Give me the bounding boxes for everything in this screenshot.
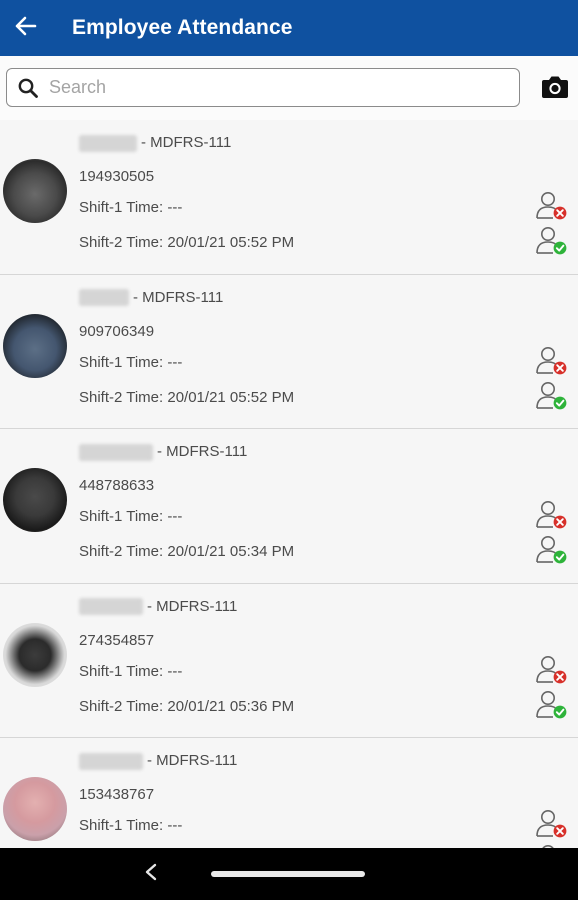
employee-row[interactable]: - MDFRS-111 194930505 Shift-1 Time: --- Shi… — [0, 120, 578, 275]
shift-2-time: Shift-2 Time: 20/01/21 05:36 PM — [79, 697, 295, 715]
nav-back-icon — [144, 863, 158, 886]
employee-unit: - MDFRS-111 — [147, 597, 238, 615]
user-absent-icon[interactable] — [535, 807, 569, 839]
back-button[interactable] — [0, 0, 54, 56]
avatar — [3, 777, 67, 841]
avatar — [3, 468, 67, 532]
nav-back-button[interactable] — [136, 860, 166, 888]
user-absent-icon[interactable] — [535, 344, 569, 376]
employee-id: 194930505 — [79, 168, 155, 185]
shift-2-time: Shift-2 Time: 20/01/21 05:52 PM — [79, 388, 295, 406]
avatar — [3, 159, 67, 223]
shift-1-time: Shift-1 Time: --- — [79, 817, 183, 834]
user-absent-icon[interactable] — [535, 653, 569, 685]
employee-row[interactable]: - MDFRS-111 909706349 Shift-1 Time: --- Shi… — [0, 274, 578, 429]
search-input[interactable] — [49, 77, 489, 98]
page-title: Employee Attendance — [72, 16, 293, 39]
user-present-icon[interactable] — [535, 688, 569, 720]
employee-row[interactable]: - MDFRS-111 448788633 Shift-1 Time: --- Shi… — [0, 429, 578, 584]
shift-1-time: Shift-1 Time: --- — [79, 199, 183, 216]
camera-button[interactable] — [538, 72, 572, 106]
employee-id: 153438767 — [79, 786, 155, 803]
camera-icon — [541, 75, 569, 104]
employee-name-line: - MDFRS-111 — [79, 134, 231, 152]
search-icon — [15, 75, 41, 101]
redacted-name — [79, 443, 153, 461]
shift-1-time: Shift-1 Time: --- — [79, 353, 183, 371]
user-absent-icon[interactable] — [535, 189, 569, 221]
employee-name-line: - MDFRS-111 — [79, 598, 237, 616]
redacted-name — [79, 752, 143, 770]
employee-name-line: - MDFRS-111 — [79, 443, 247, 461]
avatar — [3, 622, 67, 687]
shift-2-time: Shift-2 Time: 20/01/21 05:52 PM — [79, 234, 295, 251]
user-absent-icon[interactable] — [535, 498, 569, 530]
employee-unit: - MDFRS-111 — [157, 443, 248, 460]
employee-unit: - MDFRS-111 — [147, 752, 238, 769]
shift-2-time: Shift-2 Time: 20/01/21 05:34 PM — [79, 543, 295, 560]
avatar — [3, 313, 67, 378]
employee-name-line: - MDFRS-111 — [79, 752, 237, 770]
redacted-name — [79, 598, 143, 616]
redacted-name — [79, 289, 129, 307]
employee-list: - MDFRS-111 194930505 Shift-1 Time: --- Shi… — [0, 120, 578, 893]
employee-name-line: - MDFRS-111 — [79, 289, 223, 307]
redacted-name — [79, 134, 137, 152]
user-present-icon[interactable] — [535, 379, 569, 411]
user-present-icon[interactable] — [535, 533, 569, 565]
employee-id: 448788633 — [79, 477, 155, 494]
arrow-left-icon — [15, 16, 37, 41]
app-bar: Employee Attendance — [0, 0, 578, 56]
home-pill-icon[interactable] — [211, 871, 365, 877]
shift-1-time: Shift-1 Time: --- — [79, 662, 183, 680]
system-nav-bar — [0, 848, 578, 900]
search-bar — [0, 56, 578, 120]
employee-unit: - MDFRS-111 — [141, 134, 232, 151]
search-field[interactable] — [6, 68, 520, 107]
employee-id: 274354857 — [79, 631, 155, 649]
user-present-icon[interactable] — [535, 224, 569, 256]
employee-unit: - MDFRS-111 — [133, 288, 224, 306]
employee-row[interactable]: - MDFRS-111 274354857 Shift-1 Time: --- Shi… — [0, 583, 578, 738]
employee-id: 909706349 — [79, 322, 155, 340]
shift-1-time: Shift-1 Time: --- — [79, 508, 183, 525]
